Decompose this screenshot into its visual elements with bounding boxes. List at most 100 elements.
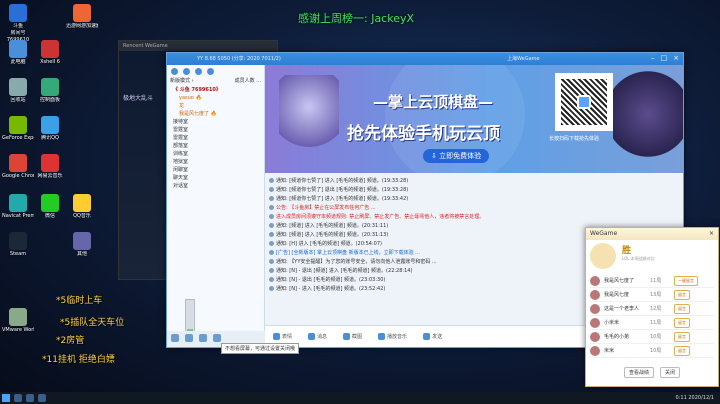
character-right-image	[613, 69, 683, 169]
input-tool-label: 播放音乐	[387, 334, 408, 340]
result-subtitle: LOL 本周战绩对比	[622, 256, 655, 261]
subchannel-item[interactable]: 接待室	[173, 118, 264, 126]
input-tool-button[interactable]: 消息	[308, 333, 327, 340]
desktop-icon[interactable]: 迅游网游加速器	[66, 4, 98, 29]
user-avatar-icon	[269, 205, 274, 210]
clock[interactable]: 0:11 2020/12/1	[676, 395, 718, 401]
desktop-icon[interactable]: Steam	[2, 232, 34, 257]
list-item[interactable]: 小米米 11局 留言	[590, 316, 714, 330]
minimize-icon[interactable]: –	[651, 54, 655, 62]
app-icon	[9, 78, 27, 96]
subchannel-item[interactable]: 聊天室	[173, 174, 264, 182]
subchannel-item[interactable]: 雷霆室	[173, 134, 264, 142]
desktop-icon[interactable]: 回收站	[2, 78, 34, 103]
panel-bottom-toolbar: 不想看屏幕，可通过设置关闭哦	[167, 331, 300, 354]
channel-user[interactable]: yasuo 🔥	[173, 94, 264, 102]
chat-message-text: 通知: [频道你七赞了] 进入 [毛毛的频道] 频道。(19:33:28)	[276, 178, 409, 184]
channel-root[interactable]: 《 斗鱼 7699610》	[173, 86, 264, 94]
input-tool-label: 发送	[432, 334, 443, 340]
row-value: 10局	[650, 334, 662, 340]
close-icon[interactable]: ×	[673, 54, 679, 62]
settings-icon[interactable]	[207, 68, 214, 75]
desktop-icon[interactable]: 网易云音乐	[34, 154, 66, 179]
message-button[interactable]: 留言	[674, 331, 690, 342]
friends-icon[interactable]	[183, 68, 190, 75]
list-item[interactable]: 我是风七度了 11局 一键留言	[590, 274, 714, 288]
desktop-icon-label: 迅游网游加速器	[66, 23, 98, 29]
desktop-icon[interactable]: Navicat Premium	[2, 194, 34, 219]
subchannel-item[interactable]: 地狱室	[173, 158, 264, 166]
subchannel-item[interactable]: 闲聊室	[173, 166, 264, 174]
taskbar-app-icon[interactable]	[38, 394, 46, 402]
desktop-icon[interactable]: Xshell 6	[34, 40, 66, 65]
title-bar[interactable]: YY 8.68 5050 (分享: 2020 7011/2) 上海WeGame …	[167, 53, 683, 65]
subchannel-item[interactable]: 雷霆室	[173, 126, 264, 134]
chat-message-text: 通知: [N] - 进入 [毛毛的频道] 频道。(23:52:42)	[276, 286, 386, 292]
close-button[interactable]: 关闭	[660, 367, 681, 378]
mode-toggle[interactable]: 新版模式 ›	[170, 78, 194, 85]
channel-user[interactable]: 我是风七度了 🔥	[173, 110, 264, 118]
list-item[interactable]: 毛毛的小弟 10局 留言	[590, 330, 714, 344]
message-button[interactable]: 留言	[674, 317, 690, 328]
view-record-button[interactable]: 查看战绩	[623, 367, 654, 378]
subchannel-item[interactable]: 对话室	[173, 182, 264, 190]
desktop-icon[interactable]: VMware Workstati...	[2, 308, 34, 333]
game-icon[interactable]	[195, 68, 202, 75]
wegame-popup[interactable]: WeGame × 胜 LOL 本周战绩对比 我是风七度了 11局 一键留言 我是风七度…	[585, 227, 719, 387]
app-icon	[41, 194, 59, 212]
subchannel-item[interactable]: 训练室	[173, 150, 264, 158]
input-tool-button[interactable]: 播放音乐	[378, 333, 407, 340]
channel-user[interactable]: 龙	[173, 102, 264, 110]
subchannel-item[interactable]: 部落室	[173, 142, 264, 150]
input-tool-button[interactable]: 截图	[343, 333, 362, 340]
free-trial-button[interactable]: ⇩ 立即免费体验	[423, 149, 490, 163]
desktop-icon[interactable]: 此电脑	[2, 40, 34, 65]
ad-banner[interactable]: —掌上云顶棋盘— 抢先体验手机玩云顶 ⇩ 立即免费体验 长按扫码下载抢先体验	[265, 65, 683, 173]
channel-panel: 新版模式 › 成员人数 ... 《 斗鱼 7699610》 yasuo 🔥 龙 …	[167, 65, 300, 354]
qr-caption: 长按扫码下载抢先体验	[549, 136, 600, 142]
chat-message: 通知: [频道你七赞了] 进入 [毛毛的频道] 频道。(19:33:42)	[269, 195, 679, 204]
tool-icon	[378, 333, 386, 340]
more-icon[interactable]	[213, 334, 221, 342]
desktop-icon[interactable]: 腾讯QQ	[34, 116, 66, 141]
list-item[interactable]: 我是风七度 13局 留言	[590, 288, 714, 302]
taskbar-app-icon[interactable]	[26, 394, 34, 402]
desktop-icon-label: 控制面板	[39, 97, 60, 103]
start-icon[interactable]	[2, 394, 10, 402]
message-button[interactable]: 一键留言	[674, 275, 698, 286]
input-tool-label: 消息	[317, 334, 328, 340]
taskbar-app-icon[interactable]	[14, 394, 22, 402]
desktop-icon[interactable]: 微信	[34, 194, 66, 219]
row-name: 毛毛的小弟	[604, 334, 630, 340]
desktop-icon[interactable]: QQ音乐	[66, 194, 98, 219]
close-icon[interactable]: ×	[709, 230, 714, 238]
member-count[interactable]: 成员人数 ...	[235, 78, 261, 85]
home-icon[interactable]	[171, 68, 178, 75]
bg-window-title: Rencent WeGame	[119, 41, 277, 51]
desktop-icon[interactable]: Google Chrome	[2, 154, 34, 179]
chat-message-text: 公告: 【斗鱼房】禁止在公屏发布任何广告 ...	[276, 205, 376, 211]
list-item[interactable]: 这是一个老李人 12局 留言	[590, 302, 714, 316]
mic-icon[interactable]	[171, 334, 179, 342]
desktop-icon[interactable]: 控制面板	[34, 78, 66, 103]
avatar	[590, 275, 600, 286]
douyu-room-logo: 斗鱼 房间号 7699610	[2, 4, 34, 43]
input-tool-button[interactable]: 表情	[273, 333, 292, 340]
room-logo-text: 斗鱼	[12, 23, 23, 29]
app-icon	[9, 194, 27, 212]
speaker-icon[interactable]	[185, 334, 193, 342]
maximize-icon[interactable]: □	[661, 54, 668, 62]
result-label: 胜	[622, 246, 632, 256]
character-left-image	[279, 75, 339, 155]
message-button[interactable]: 留言	[674, 289, 690, 300]
message-button[interactable]: 留言	[674, 303, 690, 314]
desktop-icon[interactable]: GeForce Experience	[2, 116, 34, 141]
chat-message-text: 通知: [频道] 进入 [毛毛的频道] 频道。(20:31:13)	[276, 232, 389, 238]
user-avatar-icon	[269, 277, 274, 282]
message-button[interactable]: 留言	[674, 345, 690, 356]
record-icon[interactable]	[199, 334, 207, 342]
bg-window-nav-item[interactable]: 极地大乱斗	[123, 93, 153, 102]
input-tool-button[interactable]: 发送	[423, 333, 442, 340]
user-avatar-icon	[269, 196, 274, 201]
desktop-icon[interactable]: 其他	[66, 232, 98, 257]
